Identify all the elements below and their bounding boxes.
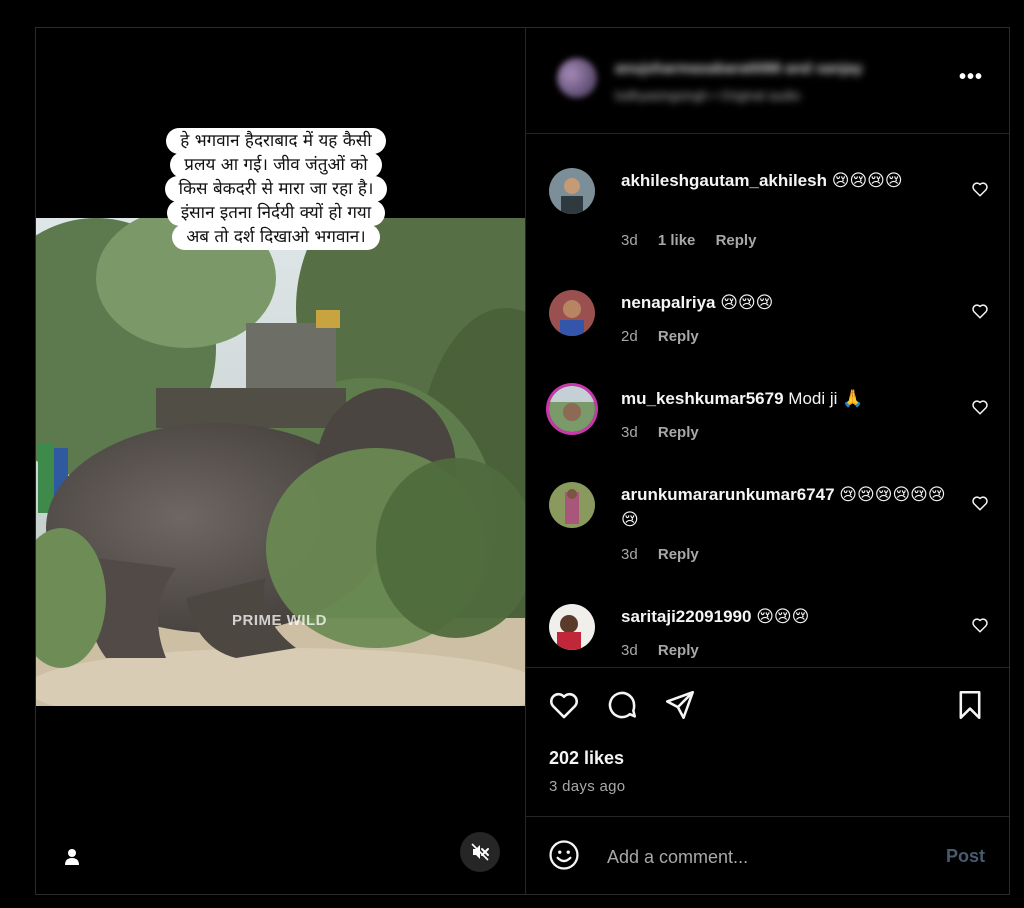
comment-text: 😢😢😢😢 (831, 171, 903, 190)
post-modal: हे भगवान हैदराबाद में यह कैसी प्रलय आ गई… (35, 27, 1010, 895)
avatar[interactable] (549, 604, 595, 650)
comment-text: 😢😢😢 (720, 293, 774, 312)
comment-likes[interactable]: 1 like (658, 232, 696, 249)
video-caption: हे भगवान हैदराबाद में यह कैसी प्रलय आ गई… (121, 128, 431, 250)
reply-button[interactable]: Reply (658, 642, 699, 659)
comment-age: 3d (621, 424, 638, 441)
speaker-muted-icon (471, 843, 489, 861)
post-sidebar: anujsharmasabara0088 and sanjay lodhyasi… (525, 28, 1009, 894)
reply-button[interactable]: Reply (716, 232, 757, 249)
media-pane: हे भगवान हैदराबाद में यह कैसी प्रलय आ गई… (36, 28, 526, 894)
comment-username[interactable]: saritaji22091990 (621, 607, 751, 626)
likes-count[interactable]: 202 likes (549, 748, 624, 769)
more-options-button[interactable]: ••• (959, 66, 983, 89)
bookmark-icon[interactable] (953, 688, 987, 722)
paper-plane-icon[interactable] (663, 688, 697, 722)
avatar[interactable] (549, 168, 595, 214)
comment-input[interactable] (605, 844, 909, 870)
comment-text: 😢😢😢 (756, 607, 810, 626)
reply-button[interactable]: Reply (658, 546, 699, 563)
video-frame[interactable] (36, 218, 525, 706)
comment-age: 3d (621, 546, 638, 563)
comment-bubble-icon[interactable] (605, 688, 639, 722)
post-actions: 202 likes 3 days ago (525, 667, 1009, 817)
reply-button[interactable]: Reply (658, 328, 699, 345)
heart-icon[interactable] (547, 688, 581, 722)
avatar[interactable] (557, 58, 597, 98)
heart-icon[interactable] (971, 302, 989, 320)
heart-icon[interactable] (971, 494, 989, 512)
avatar[interactable] (549, 482, 595, 528)
video-still (36, 218, 525, 706)
heart-icon[interactable] (971, 398, 989, 416)
heart-icon[interactable] (971, 180, 989, 198)
heart-icon[interactable] (971, 616, 989, 634)
post-button[interactable]: Post (946, 846, 985, 867)
comment-age: 3d (621, 232, 638, 249)
comment-username[interactable]: arunkumararunkumar6747 (621, 485, 835, 504)
comment-age: 3d (621, 642, 638, 659)
avatar[interactable] (549, 290, 595, 336)
post-author[interactable]: anujsharmasabara0088 and sanjay (615, 60, 863, 77)
comment-age: 2d (621, 328, 638, 345)
video-watermark: PRIME WILD (232, 612, 327, 629)
smiley-icon[interactable] (547, 838, 581, 872)
post-header: anujsharmasabara0088 and sanjay lodhyasi… (525, 28, 1009, 134)
caption-line: इंसान इतना निर्दयी क्यों हो गया (166, 200, 386, 226)
caption-line: हे भगवान हैदराबाद में यह कैसी (166, 128, 386, 154)
reply-button[interactable]: Reply (658, 424, 699, 441)
comment-text: Modi ji 🙏 (788, 389, 864, 408)
comments-list[interactable]: akhileshgautam_akhilesh 😢😢😢😢 3d 1 like R… (525, 134, 1009, 667)
avatar[interactable] (549, 386, 595, 432)
mute-toggle-button[interactable] (460, 832, 500, 872)
caption-line: अब तो दर्श दिखाओ भगवान। (172, 224, 380, 250)
caption-line: प्रलय आ गई। जीव जंतुओं को (170, 152, 382, 178)
comment-username[interactable]: akhileshgautam_akhilesh (621, 171, 827, 190)
post-audio[interactable]: lodhyasingsingh • Original audio (615, 88, 800, 103)
comment-username[interactable]: nenapalriya (621, 293, 716, 312)
comment-username[interactable]: mu_keshkumar5679 (621, 389, 784, 408)
comment-composer: Post (525, 816, 1009, 894)
post-timestamp: 3 days ago (549, 778, 626, 795)
person-icon[interactable] (62, 847, 82, 867)
caption-line: किस बेकदरी से मारा जा रहा है। (164, 176, 388, 202)
